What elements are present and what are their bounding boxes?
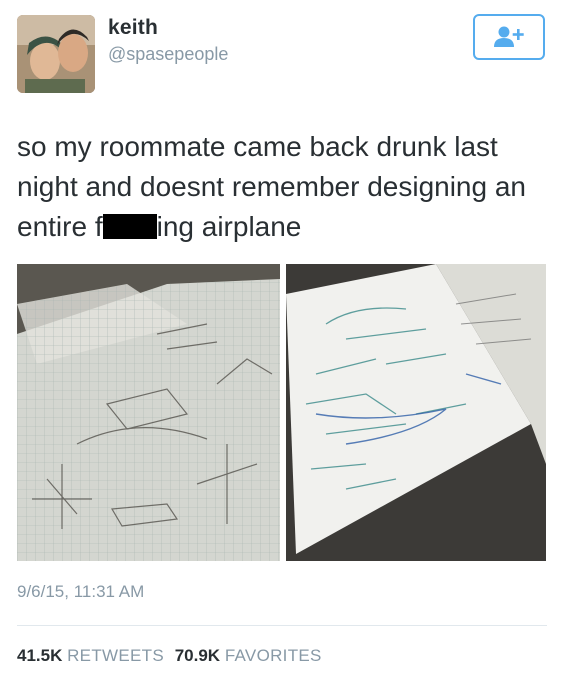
tweet-text: so my roommate came back drunk last nigh…	[17, 127, 547, 247]
favorites-stat[interactable]: 70.9K FAVORITES	[175, 646, 322, 665]
censor-bar	[102, 214, 157, 239]
tweet-photo-2[interactable]	[286, 264, 546, 561]
avatar[interactable]	[17, 15, 95, 93]
retweets-label: RETWEETS	[67, 646, 164, 665]
username[interactable]: @spasepeople	[108, 44, 228, 65]
tweet-timestamp[interactable]: 9/6/15, 11:31 AM	[17, 582, 144, 602]
favorites-count: 70.9K	[174, 646, 221, 665]
tweet-stats: 41.5K RETWEETS 70.9K FAVORITES	[17, 646, 328, 666]
display-name[interactable]: keith	[108, 16, 158, 40]
tweet-photo-1[interactable]	[17, 264, 280, 561]
follow-button[interactable]	[473, 14, 545, 60]
favorites-label: FAVORITES	[224, 646, 322, 665]
retweets-count: 41.5K	[17, 646, 63, 665]
divider	[17, 625, 547, 626]
tweet-text-part-2: ing airplane	[156, 211, 302, 242]
photo-equations-on-whiteboard	[286, 264, 546, 561]
avatar-photo	[17, 15, 95, 93]
retweets-stat[interactable]: 41.5K RETWEETS	[17, 646, 164, 665]
photo-sketches-on-graph-paper	[17, 264, 280, 561]
add-user-icon	[494, 26, 524, 47]
tweet-card: keith @spasepeople so my roommate came b…	[0, 0, 564, 687]
